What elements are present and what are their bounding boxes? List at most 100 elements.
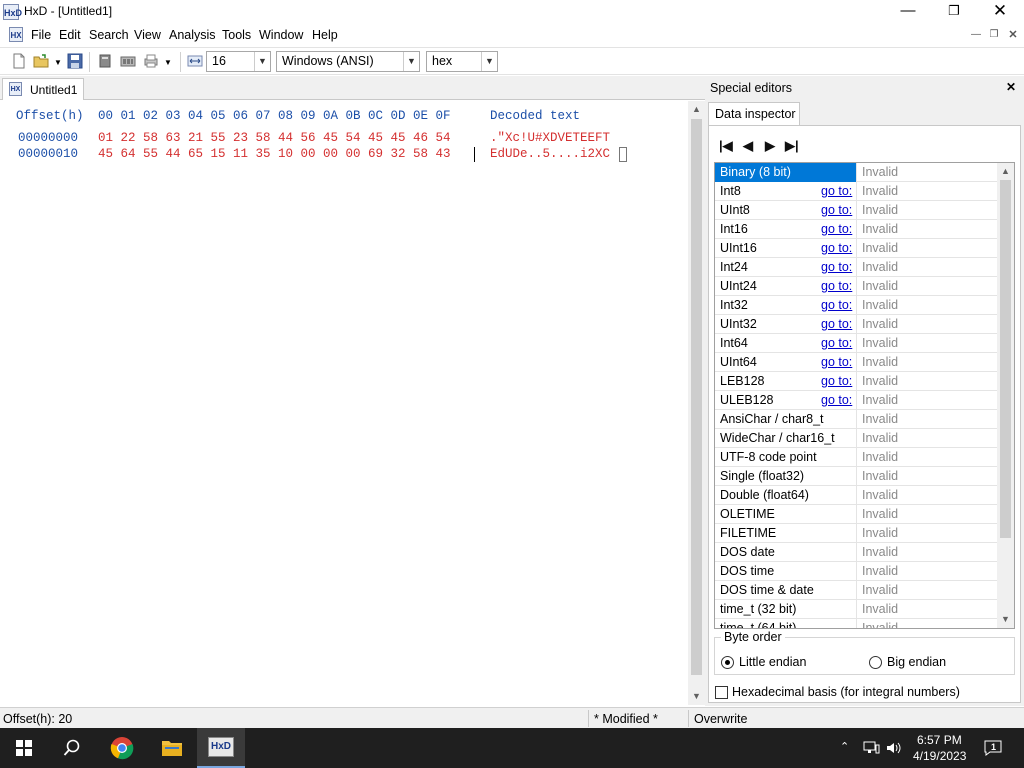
tab-data-inspector[interactable]: Data inspector	[708, 102, 800, 126]
inspector-row-value[interactable]: Invalid	[856, 467, 997, 486]
menu-search[interactable]: Search	[89, 28, 129, 42]
little-endian-label[interactable]: Little endian	[739, 655, 806, 669]
open-disk-icon[interactable]	[97, 53, 113, 69]
inspector-row-value[interactable]: Invalid	[856, 277, 997, 296]
inspector-row-value[interactable]: Invalid	[856, 486, 997, 505]
new-file-icon[interactable]	[11, 53, 27, 69]
close-panel-icon[interactable]: ✕	[1006, 80, 1016, 94]
next-byte-icon[interactable]: ▶	[765, 138, 775, 154]
inspector-row-value[interactable]: Invalid	[856, 619, 997, 628]
inspector-row-value[interactable]: Invalid	[856, 353, 997, 372]
taskbar-hxd[interactable]: HxD	[197, 728, 245, 768]
first-byte-icon[interactable]: |◀	[719, 138, 733, 154]
inspector-row[interactable]: FILETIME Invalid	[715, 524, 997, 543]
hexadecimal-basis-checkbox[interactable]	[715, 686, 728, 699]
little-endian-radio[interactable]	[721, 656, 734, 669]
hex-vertical-scrollbar[interactable]: ▲ ▼	[688, 101, 705, 705]
hexadecimal-basis-label[interactable]: Hexadecimal basis (for integral numbers)	[732, 685, 960, 699]
inspector-row-value[interactable]: Invalid	[856, 201, 997, 220]
previous-byte-icon[interactable]: ◀	[743, 138, 753, 154]
goto-link[interactable]: go to:	[821, 260, 852, 274]
inspector-row[interactable]: OLETIME Invalid	[715, 505, 997, 524]
inspector-row-value[interactable]: Invalid	[856, 562, 997, 581]
inspector-row-value[interactable]: Invalid	[856, 543, 997, 562]
inspector-row-value[interactable]: Invalid	[856, 296, 997, 315]
goto-link[interactable]: go to:	[821, 336, 852, 350]
hex-bytes-row[interactable]: 01 22 58 63 21 55 23 58 44 56 45 54 45 4…	[98, 131, 451, 145]
menu-analysis[interactable]: Analysis	[169, 28, 216, 42]
menu-tools[interactable]: Tools	[222, 28, 251, 42]
open-ram-icon[interactable]	[120, 53, 136, 69]
hex-bytes-row[interactable]: 45 64 55 44 65 15 11 35 10 00 00 00 69 3…	[98, 147, 451, 161]
inspector-row[interactable]: Double (float64) Invalid	[715, 486, 997, 505]
inspector-row[interactable]: UInt24 go to: Invalid	[715, 277, 997, 296]
print-icon[interactable]	[143, 53, 159, 69]
chevron-down-icon[interactable]: ▼	[481, 52, 497, 71]
inspector-row[interactable]: Single (float32) Invalid	[715, 467, 997, 486]
inspector-row[interactable]: Int64 go to: Invalid	[715, 334, 997, 353]
inspector-row-value[interactable]: Invalid	[856, 372, 997, 391]
close-button[interactable]: ✕	[977, 0, 1023, 24]
inspector-row-value[interactable]: Invalid	[856, 163, 997, 182]
big-endian-radio[interactable]	[869, 656, 882, 669]
inspector-row[interactable]: DOS date Invalid	[715, 543, 997, 562]
start-button[interactable]	[0, 728, 48, 768]
inspector-row[interactable]: time_t (32 bit) Invalid	[715, 600, 997, 619]
inspector-row[interactable]: Binary (8 bit) Invalid	[715, 163, 997, 182]
decoded-text-row[interactable]: EdUDe..5....i2XC	[490, 147, 610, 161]
inspector-row[interactable]: ULEB128 go to: Invalid	[715, 391, 997, 410]
inspector-row[interactable]: Int16 go to: Invalid	[715, 220, 997, 239]
inspector-row-value[interactable]: Invalid	[856, 448, 997, 467]
inspector-row[interactable]: AnsiChar / char8_t Invalid	[715, 410, 997, 429]
goto-link[interactable]: go to:	[821, 393, 852, 407]
scroll-thumb[interactable]	[691, 119, 702, 675]
mdi-minimize-icon[interactable]: —	[969, 29, 983, 41]
big-endian-label[interactable]: Big endian	[887, 655, 946, 669]
hex-editor-area[interactable]: Offset(h) 00 01 02 03 04 05 06 07 08 09 …	[0, 101, 688, 705]
inspector-row-value[interactable]: Invalid	[856, 239, 997, 258]
print-dropdown-icon[interactable]: ▼	[164, 58, 172, 67]
taskbar-file-explorer[interactable]	[148, 728, 196, 768]
inspector-row-value[interactable]: Invalid	[856, 334, 997, 353]
scroll-down-icon[interactable]: ▼	[997, 611, 1014, 628]
inspector-row-value[interactable]: Invalid	[856, 258, 997, 277]
inspector-row-value[interactable]: Invalid	[856, 220, 997, 239]
offset-base-select[interactable]: hex ▼	[426, 51, 498, 72]
inspector-row[interactable]: WideChar / char16_t Invalid	[715, 429, 997, 448]
goto-link[interactable]: go to:	[821, 203, 852, 217]
goto-link[interactable]: go to:	[821, 279, 852, 293]
network-icon[interactable]	[863, 741, 880, 755]
taskbar-chrome[interactable]	[98, 728, 146, 768]
inspector-row-value[interactable]: Invalid	[856, 182, 997, 201]
goto-link[interactable]: go to:	[821, 222, 852, 236]
inspector-row[interactable]: Int24 go to: Invalid	[715, 258, 997, 277]
open-dropdown-icon[interactable]: ▼	[54, 58, 62, 67]
menu-help[interactable]: Help	[312, 28, 338, 42]
menu-view[interactable]: View	[134, 28, 161, 42]
minimize-button[interactable]: —	[885, 0, 931, 24]
inspector-row[interactable]: UInt8 go to: Invalid	[715, 201, 997, 220]
decoded-text-row[interactable]: ."Xc!U#XDVETEEFT	[490, 131, 610, 145]
inspector-row[interactable]: UTF-8 code point Invalid	[715, 448, 997, 467]
grid-vertical-scrollbar[interactable]: ▲ ▼	[997, 163, 1014, 628]
open-folder-icon[interactable]	[33, 53, 49, 69]
scroll-thumb[interactable]	[1000, 180, 1011, 538]
inspector-row[interactable]: LEB128 go to: Invalid	[715, 372, 997, 391]
inspector-row-value[interactable]: Invalid	[856, 581, 997, 600]
menu-file[interactable]: File	[31, 28, 51, 42]
volume-icon[interactable]	[886, 740, 902, 756]
goto-link[interactable]: go to:	[821, 241, 852, 255]
tab-untitled1[interactable]: HX Untitled1	[2, 78, 84, 100]
document-icon[interactable]: HX	[9, 27, 23, 42]
inspector-row[interactable]: UInt16 go to: Invalid	[715, 239, 997, 258]
chevron-down-icon[interactable]: ▼	[254, 52, 270, 71]
inspector-row[interactable]: time_t (64 bit) Invalid	[715, 619, 997, 628]
mdi-close-icon[interactable]: ✕	[1006, 29, 1020, 41]
restore-button[interactable]: ❐	[931, 0, 977, 24]
scroll-down-icon[interactable]: ▼	[688, 688, 705, 705]
inspector-row[interactable]: Int32 go to: Invalid	[715, 296, 997, 315]
goto-link[interactable]: go to:	[821, 355, 852, 369]
bytes-per-row-select[interactable]: 16 ▼	[206, 51, 271, 72]
data-inspector-grid[interactable]: Binary (8 bit) Invalid Int8 go to: Invalid UI…	[714, 162, 1015, 629]
scroll-up-icon[interactable]: ▲	[997, 163, 1014, 180]
